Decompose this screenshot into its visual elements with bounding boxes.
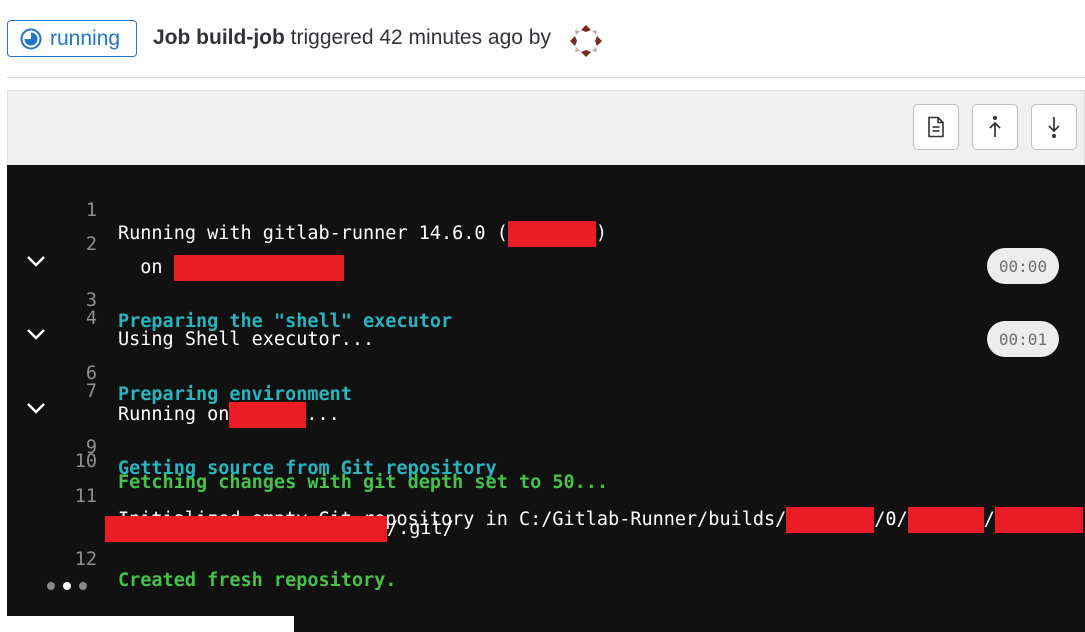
- log-section-header[interactable]: 6 Preparing environment: [7, 321, 1085, 405]
- loading-indicator: [47, 582, 87, 590]
- log-line: 10 Fetching changes with git depth set t…: [7, 430, 1085, 493]
- log-line: 1 Running with gitlab-runner 14.6.0 (): [7, 179, 1085, 247]
- scroll-down-icon: [1048, 117, 1060, 138]
- log-line: 7 Running on...: [7, 360, 1085, 428]
- job-trigger-text: triggered 42 minutes ago by: [284, 26, 551, 49]
- loading-dot: [79, 582, 87, 590]
- job-header: running Job build-job triggered 42 minut…: [0, 0, 1085, 78]
- loading-dot: [63, 582, 71, 590]
- log-toolbar: [7, 90, 1085, 165]
- section-duration: 00:00: [987, 248, 1059, 284]
- status-label: running: [50, 26, 121, 50]
- scroll-to-bottom-button[interactable]: [1031, 104, 1077, 150]
- job-name[interactable]: Job build-job: [153, 26, 285, 49]
- log-line: 11 Initialized empty Git repository in C…: [7, 465, 1085, 533]
- header-divider: [7, 77, 1085, 78]
- scroll-up-icon: [989, 116, 1001, 137]
- chevron-down-icon[interactable]: [25, 250, 47, 272]
- log-bottom-edge: [294, 616, 1085, 632]
- log-line: 4 Using Shell executor...: [7, 287, 1085, 350]
- log-section-header[interactable]: 3 Preparing the "shell" executor: [7, 248, 1085, 332]
- loading-dot: [47, 582, 55, 590]
- log-line: 2 on: [7, 213, 1085, 281]
- running-status-icon: [20, 28, 42, 50]
- job-log: 1 Running with gitlab-runner 14.6.0 () 2…: [7, 165, 1085, 616]
- document-icon: [928, 116, 944, 138]
- status-badge[interactable]: running: [7, 20, 137, 57]
- scroll-to-top-button[interactable]: [972, 104, 1018, 150]
- page-footer-gap: [7, 616, 294, 632]
- line-number[interactable]: 12: [57, 549, 97, 570]
- log-line: 12 Created fresh repository.: [7, 528, 1085, 591]
- chevron-down-icon[interactable]: [25, 397, 47, 419]
- section-duration: 00:01: [987, 321, 1059, 357]
- log-section-header[interactable]: 9 Getting source from Git repository: [7, 395, 1085, 479]
- raw-log-button[interactable]: [913, 104, 959, 150]
- avatar[interactable]: [567, 22, 605, 60]
- job-title: Job build-job triggered 42 minutes ago b…: [153, 26, 551, 50]
- log-line-wrap: /.git/: [7, 495, 1085, 542]
- chevron-down-icon[interactable]: [25, 323, 47, 345]
- log-text: Created fresh repository.: [118, 570, 397, 591]
